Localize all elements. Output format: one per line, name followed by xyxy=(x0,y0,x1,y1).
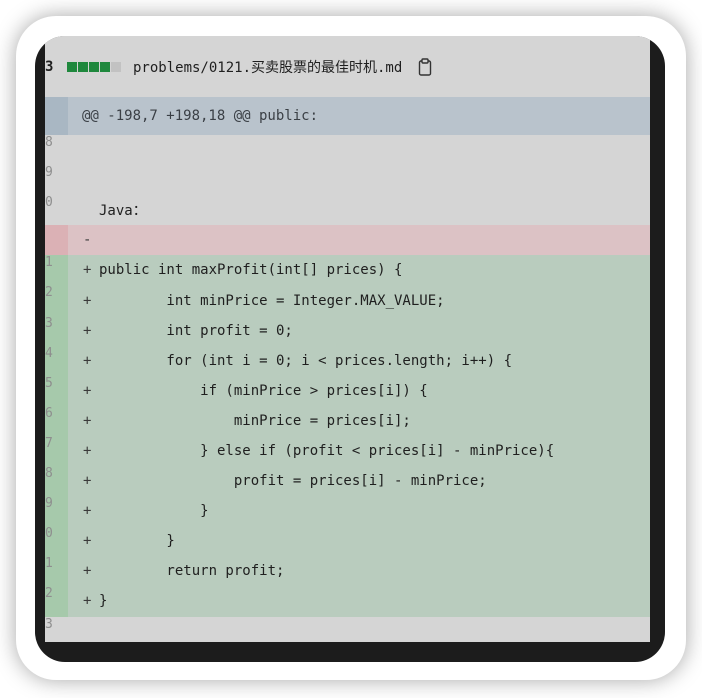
line-number-gutter[interactable]: 8 xyxy=(45,466,68,497)
diff-line-context: 0 Java： xyxy=(45,195,650,226)
line-number-gutter[interactable]: 9 xyxy=(45,165,68,195)
line-number-gutter[interactable]: 0 xyxy=(45,526,68,557)
diffstat-square-add xyxy=(78,61,88,72)
line-number-gutter[interactable]: 3 xyxy=(45,315,68,346)
code-text: public int maxProfit(int[] prices) { xyxy=(99,262,403,279)
diff-sign: + xyxy=(83,473,92,490)
line-number-gutter[interactable]: 4 xyxy=(45,345,68,376)
diff-line-context: 8 xyxy=(45,135,650,166)
line-number: 3 xyxy=(45,315,53,331)
diff-line-add: 3 + int profit = 0; xyxy=(45,315,650,346)
clipboard-icon[interactable] xyxy=(418,57,432,76)
diff-line-add: 1 + public int maxProfit(int[] prices) { xyxy=(45,255,650,286)
line-number: 6 xyxy=(45,405,53,421)
line-number-gutter[interactable] xyxy=(45,225,68,256)
code-text: } else if (profit < prices[i] - minPrice… xyxy=(99,442,555,459)
line-number: 8 xyxy=(45,466,53,482)
file-path-link[interactable]: problems/0121.买卖股票的最佳时机.md xyxy=(133,57,402,77)
hunk-expand-gutter[interactable] xyxy=(45,97,68,135)
diff-sign: + xyxy=(83,352,92,369)
line-number-gutter[interactable]: 5 xyxy=(45,375,68,406)
line-number: 1 xyxy=(45,255,53,271)
diff-sign: + xyxy=(83,292,92,309)
diff-window: 3 problems/0121.买卖股票的最佳时机.md @@ -198,7 +… xyxy=(35,36,665,662)
diff-line-add: 2 +} xyxy=(45,586,650,617)
diff-line-add: 5 + if (minPrice > prices[i]) { xyxy=(45,375,650,406)
diff-sign: + xyxy=(83,322,92,339)
diffstat-square-neutral xyxy=(111,61,121,72)
diff-content: 3 problems/0121.买卖股票的最佳时机.md @@ -198,7 +… xyxy=(45,36,650,642)
line-number: 0 xyxy=(45,526,53,542)
diff-sign: + xyxy=(83,533,92,550)
diff-sign: + xyxy=(83,503,92,520)
line-number: 5 xyxy=(45,375,53,391)
line-number-gutter[interactable]: 0 xyxy=(45,195,68,225)
line-number: 2 xyxy=(45,586,53,602)
code-text: for (int i = 0; i < prices.length; i++) … xyxy=(99,352,513,369)
line-number: 9 xyxy=(45,496,53,512)
diff-line-add: 8 + profit = prices[i] - minPrice; xyxy=(45,466,650,497)
line-number: 8 xyxy=(45,135,53,150)
diff-sign: + xyxy=(83,593,92,610)
diff-line-del: - xyxy=(45,225,650,256)
diff-line-add: 7 + } else if (profit < prices[i] - minPr… xyxy=(45,435,650,467)
line-number: 0 xyxy=(45,195,53,211)
line-number-gutter[interactable]: 3 xyxy=(45,617,68,643)
file-header: 3 problems/0121.买卖股票的最佳时机.md xyxy=(45,36,650,97)
diff-sign: - xyxy=(83,232,92,249)
hunk-header-text: @@ -198,7 +198,18 @@ public: xyxy=(82,108,319,124)
line-number-gutter[interactable]: 1 xyxy=(45,556,68,587)
diffstat-square-add xyxy=(89,61,99,72)
code-text: if (minPrice > prices[i]) { xyxy=(99,382,428,399)
line-number: 4 xyxy=(45,345,53,361)
code-text: profit = prices[i] - minPrice; xyxy=(99,473,487,490)
diff-sign: + xyxy=(83,412,92,429)
diffstat-square-add xyxy=(67,61,77,72)
line-number-gutter[interactable]: 8 xyxy=(45,135,68,165)
diff-line-add: 2 + int minPrice = Integer.MAX_VALUE; xyxy=(45,285,650,316)
diff-sign: + xyxy=(83,262,92,279)
code-text: int minPrice = Integer.MAX_VALUE; xyxy=(99,292,445,309)
code-text: return profit; xyxy=(99,563,285,580)
diff-sign: + xyxy=(83,382,92,399)
diff-line-add: 0 + } xyxy=(45,526,650,557)
line-number-gutter[interactable]: 2 xyxy=(45,285,68,316)
diff-lines: 8 9 0 Java： - 1 + public int maxProfit(int[] pr… xyxy=(45,135,650,642)
line-number-gutter[interactable]: 7 xyxy=(45,435,68,467)
diff-line-add: 1 + return profit; xyxy=(45,556,650,587)
line-number: 7 xyxy=(45,435,53,451)
line-number: 3 xyxy=(45,616,53,632)
line-number-gutter[interactable]: 1 xyxy=(45,255,68,286)
diff-line-add: 9 + } xyxy=(45,496,650,527)
code-text: minPrice = prices[i]; xyxy=(99,412,411,429)
line-number: 2 xyxy=(45,285,53,301)
diff-line-context: 3 xyxy=(45,616,650,643)
line-number: 1 xyxy=(45,556,53,572)
code-text: } xyxy=(99,533,175,550)
diff-line-add: 6 + minPrice = prices[i]; xyxy=(45,405,650,436)
diff-line-context: 9 xyxy=(45,165,650,196)
diff-sign: + xyxy=(83,563,92,580)
change-count: 3 xyxy=(45,58,54,75)
line-number-gutter[interactable]: 2 xyxy=(45,586,68,617)
code-text: } xyxy=(99,593,108,610)
code-text: Java： xyxy=(99,203,147,220)
line-number-gutter[interactable]: 9 xyxy=(45,496,68,527)
diff-sign: + xyxy=(83,442,92,459)
diffstat-bar xyxy=(67,61,121,72)
diff-line-add: 4 + for (int i = 0; i < prices.length; i+… xyxy=(45,345,650,376)
line-number: 9 xyxy=(45,165,53,181)
code-text: int profit = 0; xyxy=(99,322,293,339)
code-text: } xyxy=(99,503,209,520)
line-number-gutter[interactable]: 6 xyxy=(45,405,68,436)
diffstat-square-add xyxy=(100,61,110,72)
hunk-header: @@ -198,7 +198,18 @@ public: xyxy=(45,97,650,135)
